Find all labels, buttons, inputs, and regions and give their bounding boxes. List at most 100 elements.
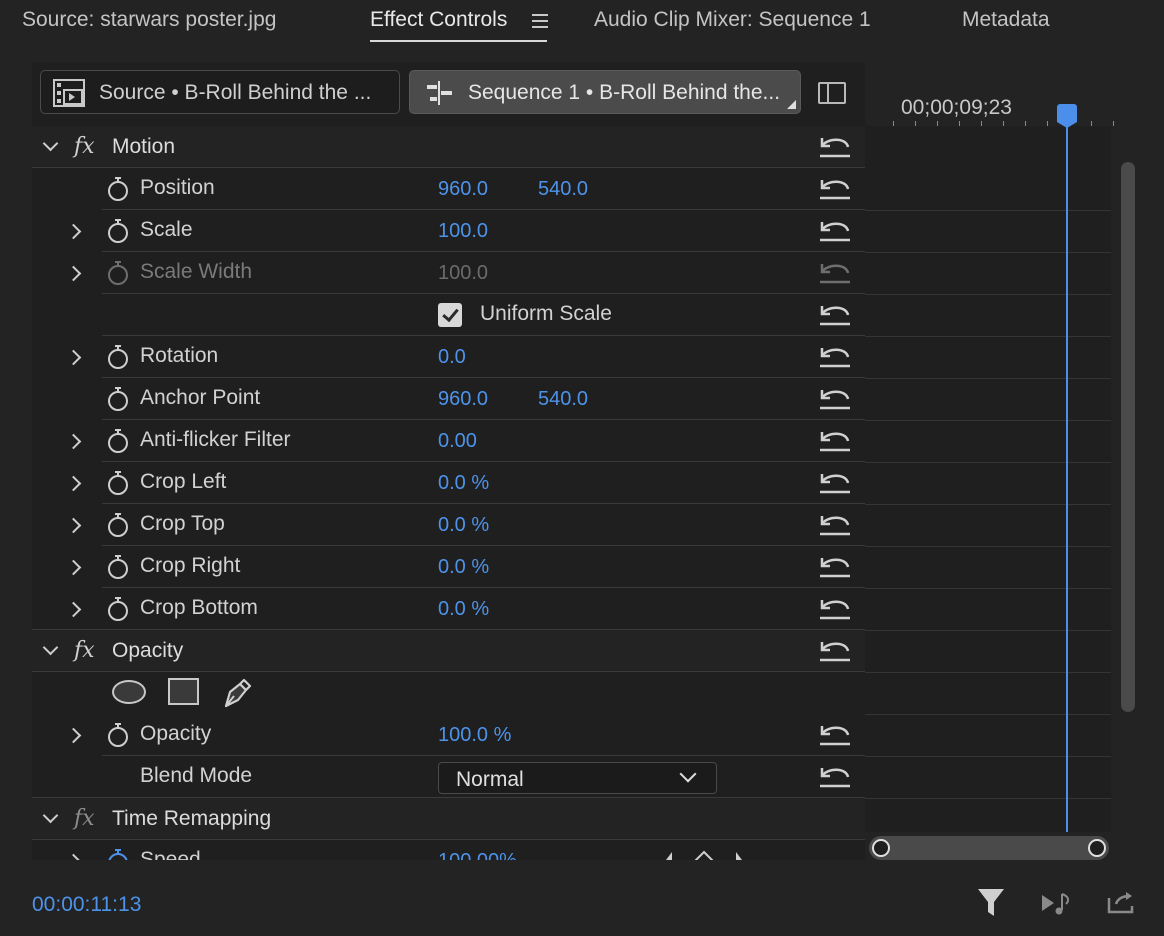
chevron-right-icon[interactable] xyxy=(65,727,82,744)
reset-icon[interactable] xyxy=(818,344,852,370)
rectangle-mask-icon[interactable] xyxy=(168,678,199,705)
chevron-down-icon[interactable] xyxy=(42,135,59,152)
speed-label: Speed xyxy=(140,848,201,860)
opacity-label: Opacity xyxy=(140,722,212,745)
rotation-label: Rotation xyxy=(140,344,219,367)
stopwatch-icon[interactable] xyxy=(107,344,129,370)
stopwatch-icon xyxy=(108,261,128,285)
uniform-scale-checkbox[interactable] xyxy=(438,303,462,327)
time-remapping-section-header[interactable]: fx Time Remapping xyxy=(32,798,865,840)
property-row-crop-top: Crop Top 0.0 % xyxy=(32,504,865,546)
stopwatch-icon[interactable] xyxy=(107,596,129,622)
opacity-value[interactable]: 100.0 % xyxy=(438,724,511,747)
filter-icon[interactable] xyxy=(976,886,1006,920)
reset-icon[interactable] xyxy=(818,722,852,748)
anti-flicker-value[interactable]: 0.00 xyxy=(438,430,477,453)
zoom-scrollbar[interactable] xyxy=(869,836,1109,860)
stopwatch-icon[interactable] xyxy=(107,848,129,860)
stopwatch-icon[interactable] xyxy=(107,386,129,412)
chevron-right-icon[interactable] xyxy=(65,475,82,492)
pen-mask-icon[interactable] xyxy=(220,676,254,710)
crop-right-value[interactable]: 0.0 % xyxy=(438,556,489,579)
property-row-opacity: Opacity 100.0 % xyxy=(32,714,865,756)
reset-icon[interactable] xyxy=(818,218,852,244)
chevron-right-icon[interactable] xyxy=(65,559,82,576)
zoom-end-handle[interactable] xyxy=(1088,839,1106,857)
rotation-value[interactable]: 0.0 xyxy=(438,346,466,369)
chevron-down-icon xyxy=(679,765,697,783)
motion-section-header[interactable]: fx Motion xyxy=(32,126,865,168)
tab-metadata[interactable]: Metadata xyxy=(962,8,1050,32)
playhead-line[interactable] xyxy=(1066,124,1068,832)
chevron-right-icon[interactable] xyxy=(65,265,82,282)
source-clip-button[interactable]: Source • B-Roll Behind the ... xyxy=(40,70,400,114)
position-y-value[interactable]: 540.0 xyxy=(538,178,588,201)
sequence-clip-button[interactable]: Sequence 1 • B-Roll Behind the... xyxy=(409,70,801,114)
chevron-right-icon[interactable] xyxy=(65,517,82,534)
reset-icon[interactable] xyxy=(818,638,852,664)
crop-top-value[interactable]: 0.0 % xyxy=(438,514,489,537)
stopwatch-icon[interactable] xyxy=(107,218,129,244)
tab-effect-controls[interactable]: Effect Controls xyxy=(370,8,507,32)
vertical-scrollbar[interactable] xyxy=(1121,162,1135,712)
current-timecode[interactable]: 00:00:11:13 xyxy=(32,893,141,917)
stopwatch-icon[interactable] xyxy=(107,722,129,748)
stopwatch-icon[interactable] xyxy=(107,428,129,454)
reset-icon[interactable] xyxy=(818,428,852,454)
reset-icon[interactable] xyxy=(818,176,852,202)
position-x-value[interactable]: 960.0 xyxy=(438,178,488,201)
reset-icon[interactable] xyxy=(818,596,852,622)
reset-icon[interactable] xyxy=(818,134,852,160)
blend-mode-select[interactable]: Normal xyxy=(438,762,717,794)
scale-label: Scale xyxy=(140,218,193,241)
motion-label: Motion xyxy=(112,135,176,158)
playhead-handle[interactable] xyxy=(1057,104,1077,128)
crop-left-value[interactable]: 0.0 % xyxy=(438,472,489,495)
speed-value[interactable]: 100.00% xyxy=(438,850,517,860)
scale-value[interactable]: 100.0 xyxy=(438,220,488,243)
reset-icon[interactable] xyxy=(818,512,852,538)
uniform-scale-label: Uniform Scale xyxy=(480,302,612,325)
crop-bottom-value[interactable]: 0.0 % xyxy=(438,598,489,621)
panel-menu-icon[interactable] xyxy=(532,14,548,28)
chevron-right-icon[interactable] xyxy=(65,223,82,240)
reset-icon[interactable] xyxy=(818,764,852,790)
stopwatch-icon[interactable] xyxy=(107,176,129,202)
tab-audio-clip-mixer[interactable]: Audio Clip Mixer: Sequence 1 xyxy=(594,8,871,32)
chevron-down-icon[interactable] xyxy=(42,807,59,824)
ellipse-mask-icon[interactable] xyxy=(112,680,146,704)
chevron-right-icon[interactable] xyxy=(65,349,82,366)
anchor-point-x-value[interactable]: 960.0 xyxy=(438,388,488,411)
fx-icon[interactable]: fx xyxy=(74,134,95,159)
reset-icon[interactable] xyxy=(818,386,852,412)
play-audio-icon[interactable] xyxy=(1040,890,1074,918)
zoom-start-handle[interactable] xyxy=(872,839,890,857)
reset-icon[interactable] xyxy=(818,470,852,496)
stopwatch-icon[interactable] xyxy=(107,470,129,496)
opacity-section-header[interactable]: fx Opacity xyxy=(32,630,865,672)
chevron-right-icon[interactable] xyxy=(65,853,82,860)
property-row-anti-flicker: Anti-flicker Filter 0.00 xyxy=(32,420,865,462)
fx-icon[interactable]: fx xyxy=(74,638,95,663)
stopwatch-icon[interactable] xyxy=(107,554,129,580)
crop-top-label: Crop Top xyxy=(140,512,225,535)
timeline-track-area[interactable] xyxy=(865,126,1111,832)
chevron-down-icon[interactable] xyxy=(42,639,59,656)
reset-icon[interactable] xyxy=(818,554,852,580)
dropdown-corner-icon xyxy=(787,100,796,109)
stopwatch-icon[interactable] xyxy=(107,512,129,538)
anchor-point-y-value[interactable]: 540.0 xyxy=(538,388,588,411)
chevron-right-icon[interactable] xyxy=(65,601,82,618)
property-row-rotation: Rotation 0.0 xyxy=(32,336,865,378)
chevron-right-icon[interactable] xyxy=(65,433,82,450)
sequence-clip-label: Sequence 1 • B-Roll Behind the... xyxy=(468,81,781,104)
property-row-uniform-scale: Uniform Scale xyxy=(32,294,865,336)
reset-icon[interactable] xyxy=(818,302,852,328)
opacity-section-label: Opacity xyxy=(112,639,184,662)
toggle-timeline-view-button[interactable] xyxy=(818,82,846,104)
tab-source[interactable]: Source: starwars poster.jpg xyxy=(22,8,276,32)
crop-right-label: Crop Right xyxy=(140,554,241,577)
effect-timeline: 00;00;09;23 xyxy=(865,62,1147,860)
keyframe-navigator-icon[interactable] xyxy=(664,850,744,860)
export-icon[interactable] xyxy=(1106,890,1136,916)
